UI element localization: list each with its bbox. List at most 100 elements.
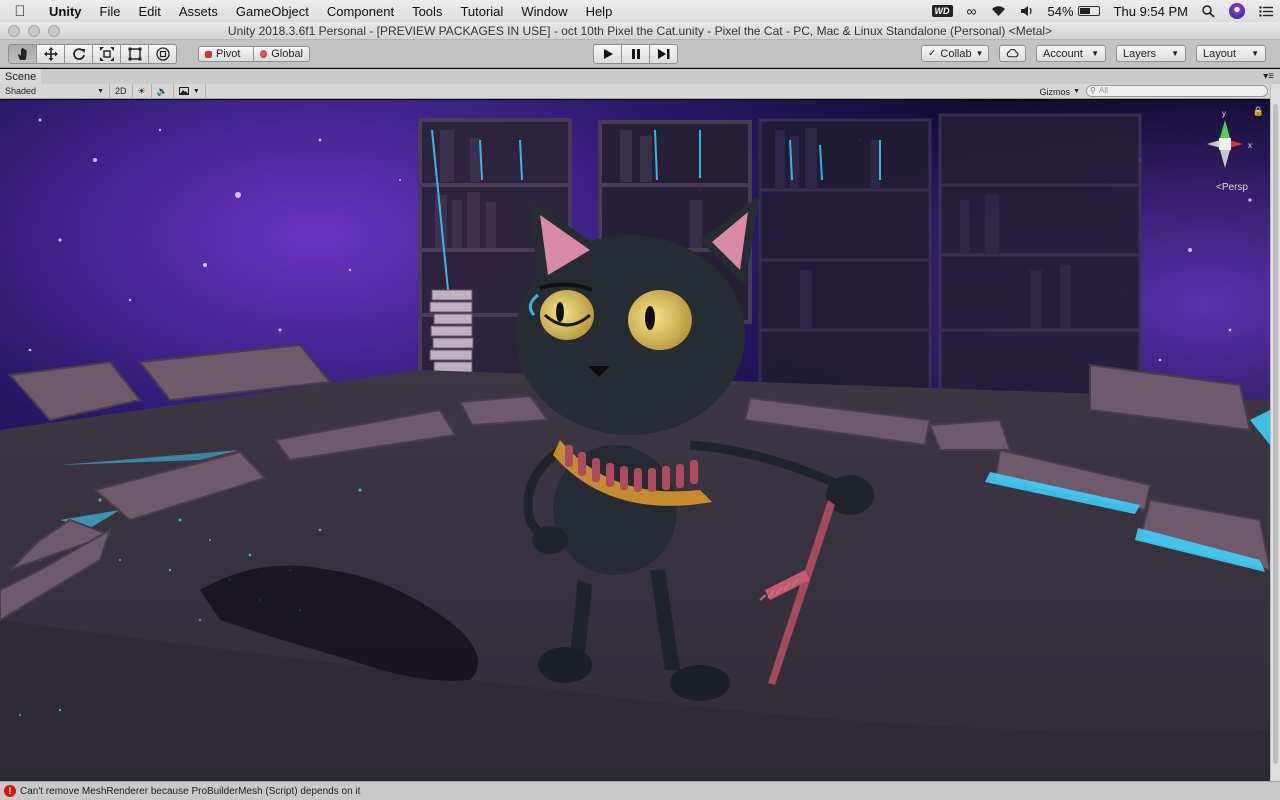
pivot-icon <box>205 50 212 58</box>
menu-assets[interactable]: Assets <box>170 4 227 19</box>
tab-menu-icon[interactable]: ▾≡ <box>1263 69 1274 85</box>
wd-drive-icon[interactable]: WD <box>925 5 960 17</box>
menu-component[interactable]: Component <box>318 4 403 19</box>
scene-orientation-gizmo[interactable]: y x <box>1190 104 1260 194</box>
projection-toggle[interactable]: <Persp <box>1216 182 1248 193</box>
search-placeholder: All <box>1099 86 1108 95</box>
hand-tool-button[interactable] <box>8 44 37 64</box>
menu-tutorial[interactable]: Tutorial <box>451 4 512 19</box>
main-toolbar: Pivot Global ✓ Collab ▼ Account ▼ Layers… <box>0 40 1280 68</box>
cloud-services-button[interactable] <box>999 45 1026 62</box>
menu-window[interactable]: Window <box>512 4 576 19</box>
chevron-down-icon: ▼ <box>1251 49 1259 58</box>
shading-mode-dropdown[interactable]: Shaded ▼ <box>0 83 110 99</box>
axis-y-label: y <box>1222 109 1226 118</box>
battery-percent: 54% <box>1047 3 1074 19</box>
sun-icon: ☀ <box>137 85 146 96</box>
gizmos-dropdown[interactable]: Gizmos ▼ <box>1040 84 1080 99</box>
window-titlebar: Unity 2018.3.6f1 Personal - [PREVIEW PAC… <box>0 22 1280 40</box>
menu-file[interactable]: File <box>91 4 130 19</box>
play-icon <box>603 49 613 59</box>
2d-mode-toggle[interactable]: 2D <box>110 83 133 99</box>
pause-icon <box>631 49 640 59</box>
layers-label: Layers <box>1123 47 1157 60</box>
volume-icon[interactable] <box>1013 5 1041 17</box>
mac-menubar:  Unity File Edit Assets GameObject Comp… <box>0 0 1280 22</box>
layers-dropdown[interactable]: Layers ▼ <box>1116 45 1186 62</box>
menu-help[interactable]: Help <box>577 4 622 19</box>
apple-menu-icon[interactable]:  <box>0 3 40 20</box>
transform-tool-button[interactable] <box>148 44 177 64</box>
window-title: Unity 2018.3.6f1 Personal - [PREVIEW PAC… <box>227 24 1053 38</box>
scene-audio-toggle[interactable]: 🔈 <box>152 83 174 99</box>
spotlight-search-icon[interactable] <box>1195 4 1222 18</box>
global-button[interactable]: Global <box>253 46 310 62</box>
scene-viewport[interactable]: y x 🔒 <Persp <box>0 100 1270 781</box>
rotate-tool-button[interactable] <box>64 44 93 64</box>
hand-icon <box>17 48 26 60</box>
creative-cloud-icon[interactable]: ∞ <box>960 3 984 19</box>
lock-icon[interactable]: 🔒 <box>1253 106 1264 117</box>
scene-effects-dropdown[interactable]: ▼ <box>174 83 206 99</box>
status-message: Can't remove MeshRenderer because ProBui… <box>20 785 361 797</box>
zoom-window-button[interactable] <box>48 25 60 37</box>
speaker-icon: 🔈 <box>156 85 168 96</box>
gizmos-label: Gizmos <box>1039 86 1071 97</box>
step-button[interactable] <box>649 44 678 64</box>
scene-lighting-toggle[interactable]: ☀ <box>133 83 152 99</box>
pivot-button[interactable]: Pivot <box>198 46 254 62</box>
menu-gameobject[interactable]: GameObject <box>227 4 318 19</box>
account-label: Account <box>1043 47 1083 60</box>
chevron-down-icon: ▼ <box>975 49 984 58</box>
scale-tool-button[interactable] <box>92 44 121 64</box>
wd-badge: WD <box>931 5 953 17</box>
play-button[interactable] <box>593 44 622 64</box>
console-status-bar[interactable]: ! Can't remove MeshRenderer because ProB… <box>0 781 1280 800</box>
menu-edit[interactable]: Edit <box>129 4 169 19</box>
clock[interactable]: Thu 9:54 PM <box>1107 4 1195 19</box>
user-avatar-icon[interactable] <box>1222 3 1252 19</box>
chevron-down-icon: ▼ <box>97 87 104 95</box>
axis-x-label: x <box>1248 141 1252 150</box>
inspector-scrollbar[interactable] <box>1270 84 1280 781</box>
chevron-down-icon: ▼ <box>1091 49 1099 58</box>
persp-label: Persp <box>1221 182 1248 193</box>
chevron-down-icon: ▼ <box>1073 88 1080 95</box>
notification-center-icon[interactable] <box>1252 5 1280 17</box>
rotate-icon <box>72 48 85 60</box>
rect-transform-icon <box>128 47 141 61</box>
globe-icon <box>260 50 268 58</box>
battery-indicator[interactable]: 54% <box>1041 4 1107 19</box>
toolbar-right: ✓ Collab ▼ Account ▼ Layers ▼ Layout ▼ <box>921 45 1266 62</box>
pivot-toggle-group: Pivot Global <box>198 46 310 62</box>
move-tool-button[interactable] <box>36 44 65 64</box>
shading-mode-label: Shaded <box>5 86 37 96</box>
menu-tools[interactable]: Tools <box>403 4 451 19</box>
minimize-window-button[interactable] <box>28 25 40 37</box>
collab-dropdown[interactable]: ✓ Collab ▼ <box>921 45 989 62</box>
check-icon: ✓ <box>928 48 937 59</box>
menu-unity[interactable]: Unity <box>40 4 91 19</box>
global-label: Global <box>271 48 303 60</box>
error-icon: ! <box>4 785 16 797</box>
scale-icon <box>99 47 114 61</box>
playmode-controls <box>593 44 678 64</box>
close-window-button[interactable] <box>8 25 20 37</box>
scene-render <box>0 100 1270 781</box>
transform-tools <box>8 44 177 64</box>
cloud-icon <box>1006 49 1019 58</box>
move-arrows-icon <box>43 47 58 61</box>
search-icon: ⚲ <box>1090 86 1096 95</box>
rect-tool-button[interactable] <box>120 44 149 64</box>
layout-dropdown[interactable]: Layout ▼ <box>1196 45 1266 62</box>
account-dropdown[interactable]: Account ▼ <box>1036 45 1106 62</box>
combined-transform-icon <box>155 47 170 61</box>
scene-search-input[interactable]: ⚲ All <box>1086 85 1268 97</box>
wifi-icon[interactable] <box>984 5 1013 17</box>
image-icon <box>178 87 189 95</box>
scene-view-toolbar: Shaded ▼ 2D ☀ 🔈 ▼ Gizmos ▼ ⚲ All <box>0 83 1270 99</box>
pause-button[interactable] <box>621 44 650 64</box>
window-controls <box>8 25 60 37</box>
menubar-status-area: WD ∞ 54% Thu 9:54 PM <box>925 0 1280 22</box>
battery-icon <box>1077 6 1100 16</box>
